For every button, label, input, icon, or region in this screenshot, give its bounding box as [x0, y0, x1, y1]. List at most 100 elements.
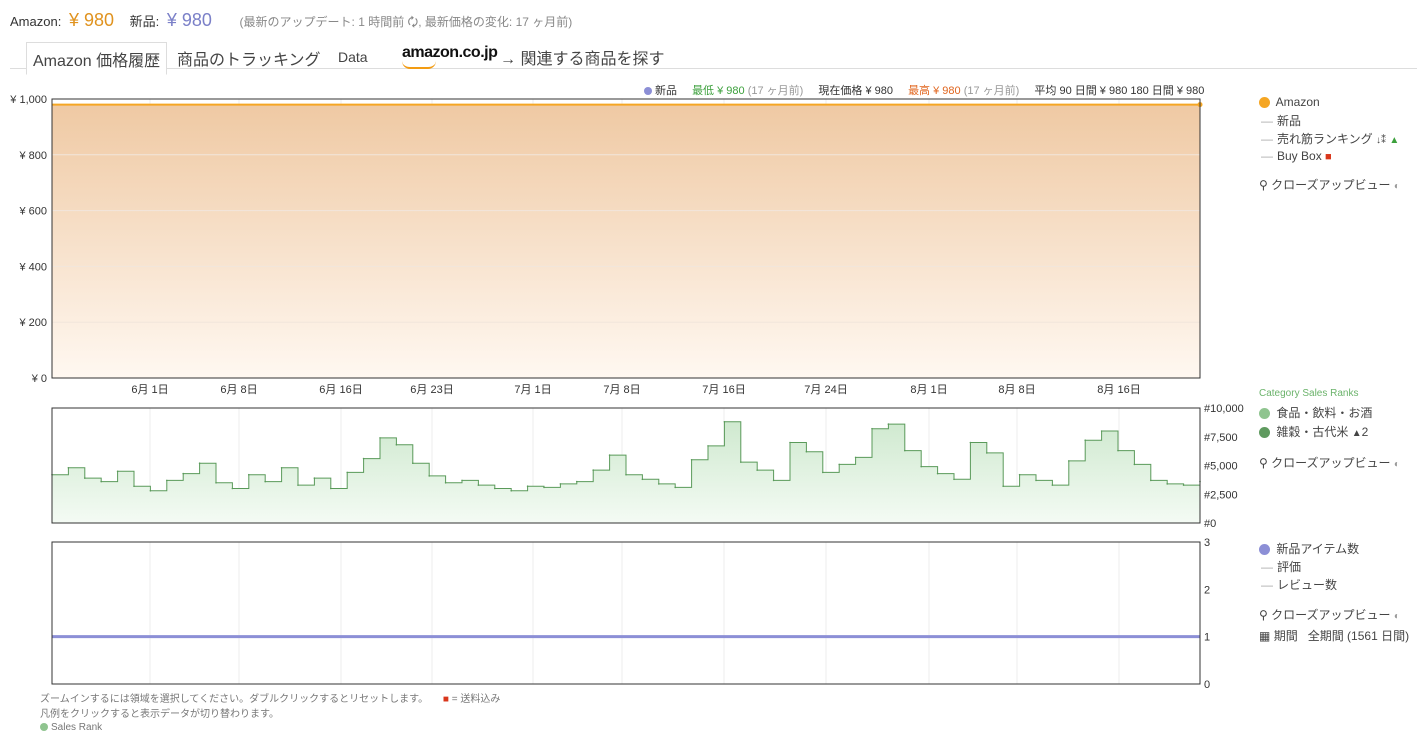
sales-rank-point — [461, 479, 463, 482]
sales-rank-point — [920, 465, 922, 468]
price-x-tick-label: 6月 16日 — [319, 384, 362, 396]
legend-new-count[interactable]: 新品アイテム数 — [1259, 540, 1359, 557]
sales-rank-point — [871, 427, 873, 430]
sales-rank-point — [494, 487, 496, 490]
calendar-icon: ▦ — [1259, 629, 1271, 643]
legend-reviews[interactable]: — レビュー数 — [1261, 576, 1337, 593]
sales-rank-point — [1133, 463, 1136, 466]
closeup-toggle-count[interactable]: ⚲ クローズアップビュー ◐ — [1259, 606, 1400, 623]
sales-rank-point — [756, 469, 758, 471]
sales-rank-point — [395, 444, 398, 446]
search-icon: ⚲ — [1259, 456, 1268, 470]
sales-rank-point — [838, 463, 840, 466]
sales-rank-point — [67, 467, 70, 469]
rank-y-tick-label: #0 — [1204, 518, 1216, 530]
sales-rank-point — [592, 469, 594, 471]
price-y-tick-label: ¥ 0 — [31, 373, 47, 385]
truck-icon: ■ — [442, 694, 449, 705]
sales-rank-point — [330, 487, 332, 490]
sales-rank-point — [1100, 430, 1103, 432]
sales-rank-point — [166, 479, 168, 482]
rank-y-tick-label: #10,000 — [1204, 403, 1244, 415]
sales-rank-point — [84, 477, 86, 479]
rank-y-tick-label: #5,000 — [1204, 461, 1238, 473]
sales-rank-point — [116, 470, 119, 473]
price-legend: Amazon — 新品 — 売れ筋ランキング ↓⁑ ▲ — Buy Box ■ ⚲ ク… — [1259, 95, 1417, 195]
sales-rank-point — [100, 480, 102, 483]
rank-legend: Category Sales Ranks 食品・飲料・お酒 雑穀・古代米 ▲2 … — [1259, 388, 1417, 478]
sales-rank-point — [510, 490, 512, 492]
count-y-tick-label: 2 — [1204, 584, 1210, 596]
sales-rank-point — [904, 449, 906, 452]
new-count-dot-icon — [1259, 544, 1270, 556]
sales-rank-point — [576, 480, 578, 483]
toggle-icon: ◐ — [1393, 181, 1400, 192]
truck-icon: ■ — [1325, 151, 1332, 163]
sales-rank-point — [854, 456, 857, 459]
charts-canvas[interactable]: ¥ 0 ¥ 200 ¥ 400 ¥ 600 ¥ 800 ¥ 1,000 6月 1日 6月 8日… — [0, 0, 1417, 731]
sales-rank-point — [1002, 485, 1004, 488]
sales-rank-point — [608, 454, 611, 456]
price-x-tick-label: 6月 8日 — [220, 384, 257, 396]
legend-cat2[interactable]: 雑穀・古代米 ▲2 — [1259, 423, 1368, 440]
price-y-tick-label: ¥ 800 — [18, 150, 47, 162]
zoom-hint: ズームインするには領域を選択してください。ダブルクリックするとリセットします。 … — [40, 694, 501, 705]
price-y-tick-label: ¥ 600 — [18, 206, 47, 218]
sales-rank-point — [953, 478, 955, 481]
count-y-tick-label: 3 — [1204, 537, 1210, 549]
sales-rank-point — [149, 490, 152, 492]
sales-rank-point — [198, 462, 201, 465]
cat1-dot-icon — [1259, 408, 1270, 420]
search-icon: ⚲ — [1259, 608, 1268, 622]
count-plot-frame — [51, 541, 1201, 685]
legend-sales-rank[interactable]: — 売れ筋ランキング ↓⁑ ▲ — [1261, 130, 1399, 147]
closeup-toggle-price[interactable]: ⚲ クローズアップビュー ◐ — [1259, 176, 1400, 193]
sales-rank-point — [1182, 484, 1185, 486]
sales-rank-point — [444, 482, 447, 484]
amazon-dot-icon — [1259, 97, 1270, 109]
sales-rank-point — [986, 452, 988, 454]
price-history-chart[interactable]: ¥ 0 ¥ 200 ¥ 400 ¥ 600 ¥ 800 ¥ 1,000 6月 1日 6月 8日… — [9, 94, 1203, 396]
price-x-tick-label: 8月 16日 — [1097, 384, 1140, 396]
legend-amazon[interactable]: Amazon — [1259, 95, 1320, 109]
sales-rank-point — [215, 482, 217, 484]
sales-rank-point — [264, 480, 267, 483]
count-y-tick-label: 0 — [1204, 679, 1210, 691]
toggle-icon: ◐ — [1393, 611, 1400, 622]
sales-rank-point — [428, 475, 431, 477]
sales-rank-footer: Sales Rank — [40, 722, 102, 733]
price-x-tick-label: 6月 1日 — [131, 384, 168, 396]
legend-hint: 凡例をクリックすると表示データが切り替わります。 — [40, 709, 279, 720]
sales-rank-point — [362, 457, 365, 460]
price-x-tick-label: 7月 8日 — [603, 384, 640, 396]
price-x-tick-label: 8月 1日 — [910, 384, 947, 396]
item-count-chart[interactable]: 0 1 2 3 — [51, 537, 1210, 691]
sales-rank-point — [936, 472, 939, 475]
legend-new[interactable]: — 新品 — [1261, 112, 1301, 129]
legend-rating[interactable]: — 評価 — [1261, 558, 1301, 575]
legend-buybox[interactable]: — Buy Box ■ — [1261, 149, 1332, 163]
sales-rank-point — [559, 483, 562, 485]
sales-rank-point — [543, 486, 545, 489]
sales-rank-point — [1166, 483, 1168, 485]
sales-rank-chart[interactable]: #0 #2,500 #5,000 #7,500 #10,000 — [51, 403, 1244, 530]
legend-cat1[interactable]: 食品・飲料・お酒 — [1259, 404, 1372, 421]
sales-rank-point — [1117, 449, 1119, 452]
sales-rank-point — [248, 473, 250, 476]
amazon-price-area — [52, 104, 1200, 378]
sales-rank-point — [969, 441, 972, 444]
count-legend: 新品アイテム数 — 評価 — レビュー数 ⚲ クローズアップビュー ◐ ▦ 期間 全… — [1259, 540, 1417, 645]
price-x-tick-label: 7月 24日 — [804, 384, 847, 396]
closeup-toggle-rank[interactable]: ⚲ クローズアップビュー ◐ — [1259, 454, 1400, 471]
sales-rank-point — [740, 461, 742, 463]
price-x-tick-label: 6月 23日 — [410, 384, 453, 396]
sales-rank-point — [313, 477, 316, 479]
sales-rank-point — [280, 467, 283, 469]
sales-rank-point — [707, 445, 709, 447]
period-selector[interactable]: ▦ 期間 全期間 (1561 日間) — [1259, 627, 1409, 644]
cat2-dot-icon — [1259, 427, 1270, 439]
sales-rank-point — [412, 462, 414, 465]
sales-rank-point — [789, 441, 791, 444]
sales-rank-point — [723, 421, 726, 423]
sales-rank-point — [1051, 484, 1054, 486]
